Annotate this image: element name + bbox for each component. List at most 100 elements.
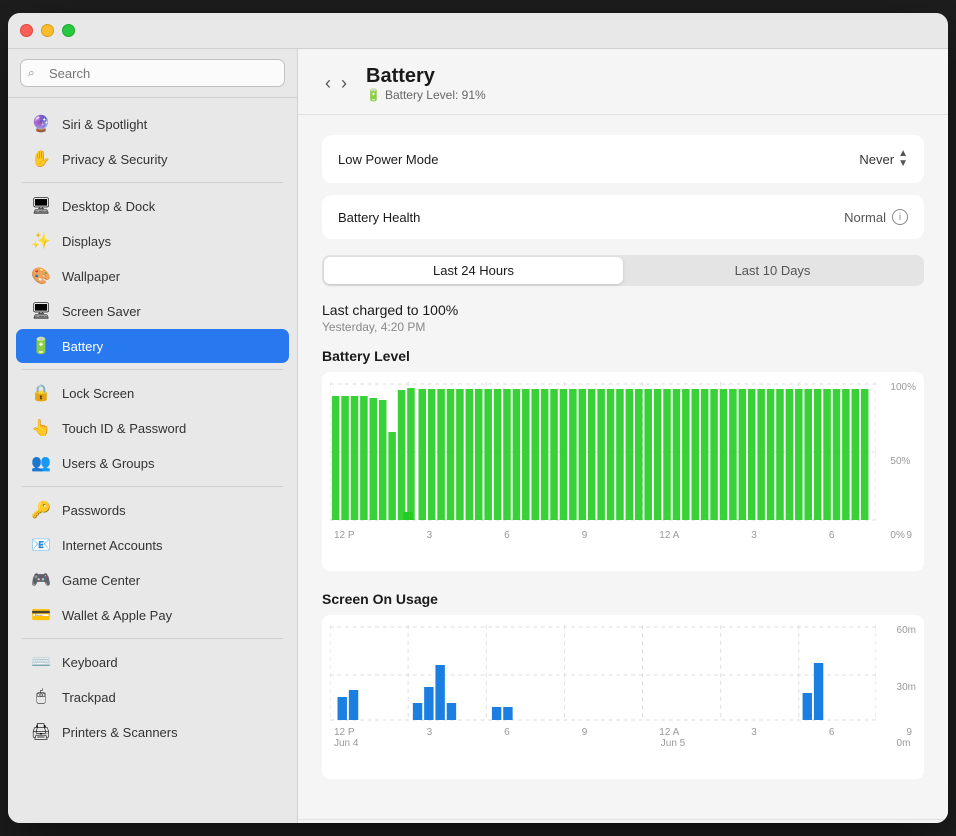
sidebar-item-label: Lock Screen (62, 386, 134, 401)
battery-y-labels: 100% 50% 0% (890, 382, 916, 541)
search-wrapper: ⌕ (20, 59, 285, 87)
sidebar-item-passwords[interactable]: 🔑 Passwords (16, 493, 289, 527)
sidebar-item-label: Game Center (62, 573, 140, 588)
battery-chart-section: Battery Level (322, 348, 924, 571)
battery-level-title: Battery Level (322, 348, 924, 364)
screen-y-labels: 60m 30m 0m (897, 625, 916, 749)
screen-chart-svg (330, 625, 876, 725)
screen-x-labels: 12 P 3 6 9 12 A 3 6 9 (330, 725, 916, 738)
battery-health-label: Battery Health (338, 210, 420, 225)
sidebar-item-keyboard[interactable]: ⌨️ Keyboard (16, 645, 289, 679)
low-power-mode-value[interactable]: Never ▲▼ (859, 149, 908, 169)
sidebar-item-siri-spotlight[interactable]: 🔮 Siri & Spotlight (16, 107, 289, 141)
lock-screen-icon: 🔒 (30, 382, 52, 404)
title-bar (8, 13, 948, 49)
sidebar-item-label: Displays (62, 234, 111, 249)
sidebar-item-label: Keyboard (62, 655, 118, 670)
screen-date-labels: Jun 4 Jun 5 (330, 738, 916, 749)
charged-title: Last charged to 100% (322, 302, 924, 318)
sidebar-item-users-groups[interactable]: 👥 Users & Groups (16, 446, 289, 480)
sidebar-item-touch-id[interactable]: 👆 Touch ID & Password (16, 411, 289, 445)
nav-arrows: ‹ › (322, 73, 350, 94)
sidebar-item-label: Touch ID & Password (62, 421, 186, 436)
sidebar-item-label: Passwords (62, 503, 126, 518)
sidebar: ⌕ 🔮 Siri & Spotlight ✋ Privacy & Securit… (8, 49, 298, 823)
sidebar-item-trackpad[interactable]: 🖱 Trackpad (16, 680, 289, 714)
privacy-security-icon: ✋ (30, 148, 52, 170)
maximize-button[interactable] (62, 24, 75, 37)
content-area: ⌕ 🔮 Siri & Spotlight ✋ Privacy & Securit… (8, 49, 948, 823)
charged-info: Last charged to 100% Yesterday, 4:20 PM (322, 302, 924, 334)
touch-id-icon: 👆 (30, 417, 52, 439)
battery-health-row: Battery Health Normal i (322, 195, 924, 239)
page-subtitle: 🔋 Battery Level: 91% (366, 88, 486, 102)
main-content: ‹ › Battery 🔋 Battery Level: 91% Low Pow… (298, 49, 948, 823)
sidebar-item-label: Battery (62, 339, 103, 354)
screen-chart-section: Screen On Usage (322, 591, 924, 779)
sidebar-item-internet-accounts[interactable]: 📧 Internet Accounts (16, 528, 289, 562)
sidebar-item-label: Printers & Scanners (62, 725, 178, 740)
screen-chart-container: 60m 30m 0m 12 P 3 6 9 12 A 3 (322, 615, 924, 779)
options-bar: Options... ? (298, 819, 948, 823)
screen-usage-title: Screen On Usage (322, 591, 924, 607)
battery-chart-container: 100% 50% 0% 12 P 3 6 9 12 A 3 (322, 372, 924, 571)
search-container: ⌕ (8, 49, 297, 98)
main-window: ⌕ 🔮 Siri & Spotlight ✋ Privacy & Securit… (8, 13, 948, 823)
screen-saver-icon: 🖥 (30, 300, 52, 322)
traffic-lights (20, 24, 75, 37)
game-center-icon: 🎮 (30, 569, 52, 591)
desktop-dock-icon: 🖥 (30, 195, 52, 217)
sidebar-item-battery[interactable]: 🔋 Battery (16, 329, 289, 363)
sidebar-item-label: Screen Saver (62, 304, 141, 319)
sidebar-item-displays[interactable]: ✨ Displays (16, 224, 289, 258)
sidebar-items: 🔮 Siri & Spotlight ✋ Privacy & Security … (8, 98, 297, 823)
printers-icon: 🖨 (30, 721, 52, 743)
sidebar-divider (22, 182, 283, 183)
tab-10d[interactable]: Last 10 Days (623, 257, 922, 284)
siri-spotlight-icon: 🔮 (30, 113, 52, 135)
displays-icon: ✨ (30, 230, 52, 252)
tab-24h[interactable]: Last 24 Hours (324, 257, 623, 284)
sidebar-item-screen-saver[interactable]: 🖥 Screen Saver (16, 294, 289, 328)
wallet-pay-icon: 💳 (30, 604, 52, 626)
forward-button[interactable]: › (338, 73, 350, 94)
sidebar-item-label: Users & Groups (62, 456, 154, 471)
charged-time: Yesterday, 4:20 PM (322, 320, 924, 334)
minimize-button[interactable] (41, 24, 54, 37)
passwords-icon: 🔑 (30, 499, 52, 521)
sidebar-item-wallet-pay[interactable]: 💳 Wallet & Apple Pay (16, 598, 289, 632)
sidebar-item-desktop-dock[interactable]: 🖥 Desktop & Dock (16, 189, 289, 223)
low-power-mode-label: Low Power Mode (338, 152, 438, 167)
info-icon[interactable]: i (892, 209, 908, 225)
sidebar-item-printers[interactable]: 🖨 Printers & Scanners (16, 715, 289, 749)
battery-x-labels: 12 P 3 6 9 12 A 3 6 9 (330, 526, 916, 541)
sidebar-item-label: Siri & Spotlight (62, 117, 147, 132)
battery-chart-svg (330, 382, 876, 522)
battery-icon: 🔋 (30, 335, 52, 357)
sidebar-divider (22, 486, 283, 487)
close-button[interactable] (20, 24, 33, 37)
sidebar-item-lock-screen[interactable]: 🔒 Lock Screen (16, 376, 289, 410)
wallpaper-icon: 🎨 (30, 265, 52, 287)
page-title: Battery (366, 65, 486, 88)
sidebar-item-label: Internet Accounts (62, 538, 162, 553)
main-body: Low Power Mode Never ▲▼ Battery Health N… (298, 115, 948, 819)
sidebar-item-game-center[interactable]: 🎮 Game Center (16, 563, 289, 597)
sidebar-divider (22, 369, 283, 370)
sidebar-item-label: Desktop & Dock (62, 199, 155, 214)
search-icon: ⌕ (28, 66, 35, 81)
sidebar-divider (22, 638, 283, 639)
keyboard-icon: ⌨️ (30, 651, 52, 673)
stepper-icon: ▲▼ (898, 149, 908, 169)
sidebar-item-privacy-security[interactable]: ✋ Privacy & Security (16, 142, 289, 176)
back-button[interactable]: ‹ (322, 73, 334, 94)
search-input[interactable] (20, 59, 285, 87)
internet-accounts-icon: 📧 (30, 534, 52, 556)
users-groups-icon: 👥 (30, 452, 52, 474)
header-title-area: Battery 🔋 Battery Level: 91% (366, 65, 486, 102)
sidebar-item-label: Wallpaper (62, 269, 120, 284)
trackpad-icon: 🖱 (30, 686, 52, 708)
sidebar-item-label: Privacy & Security (62, 152, 167, 167)
low-power-mode-row: Low Power Mode Never ▲▼ (322, 135, 924, 183)
sidebar-item-wallpaper[interactable]: 🎨 Wallpaper (16, 259, 289, 293)
